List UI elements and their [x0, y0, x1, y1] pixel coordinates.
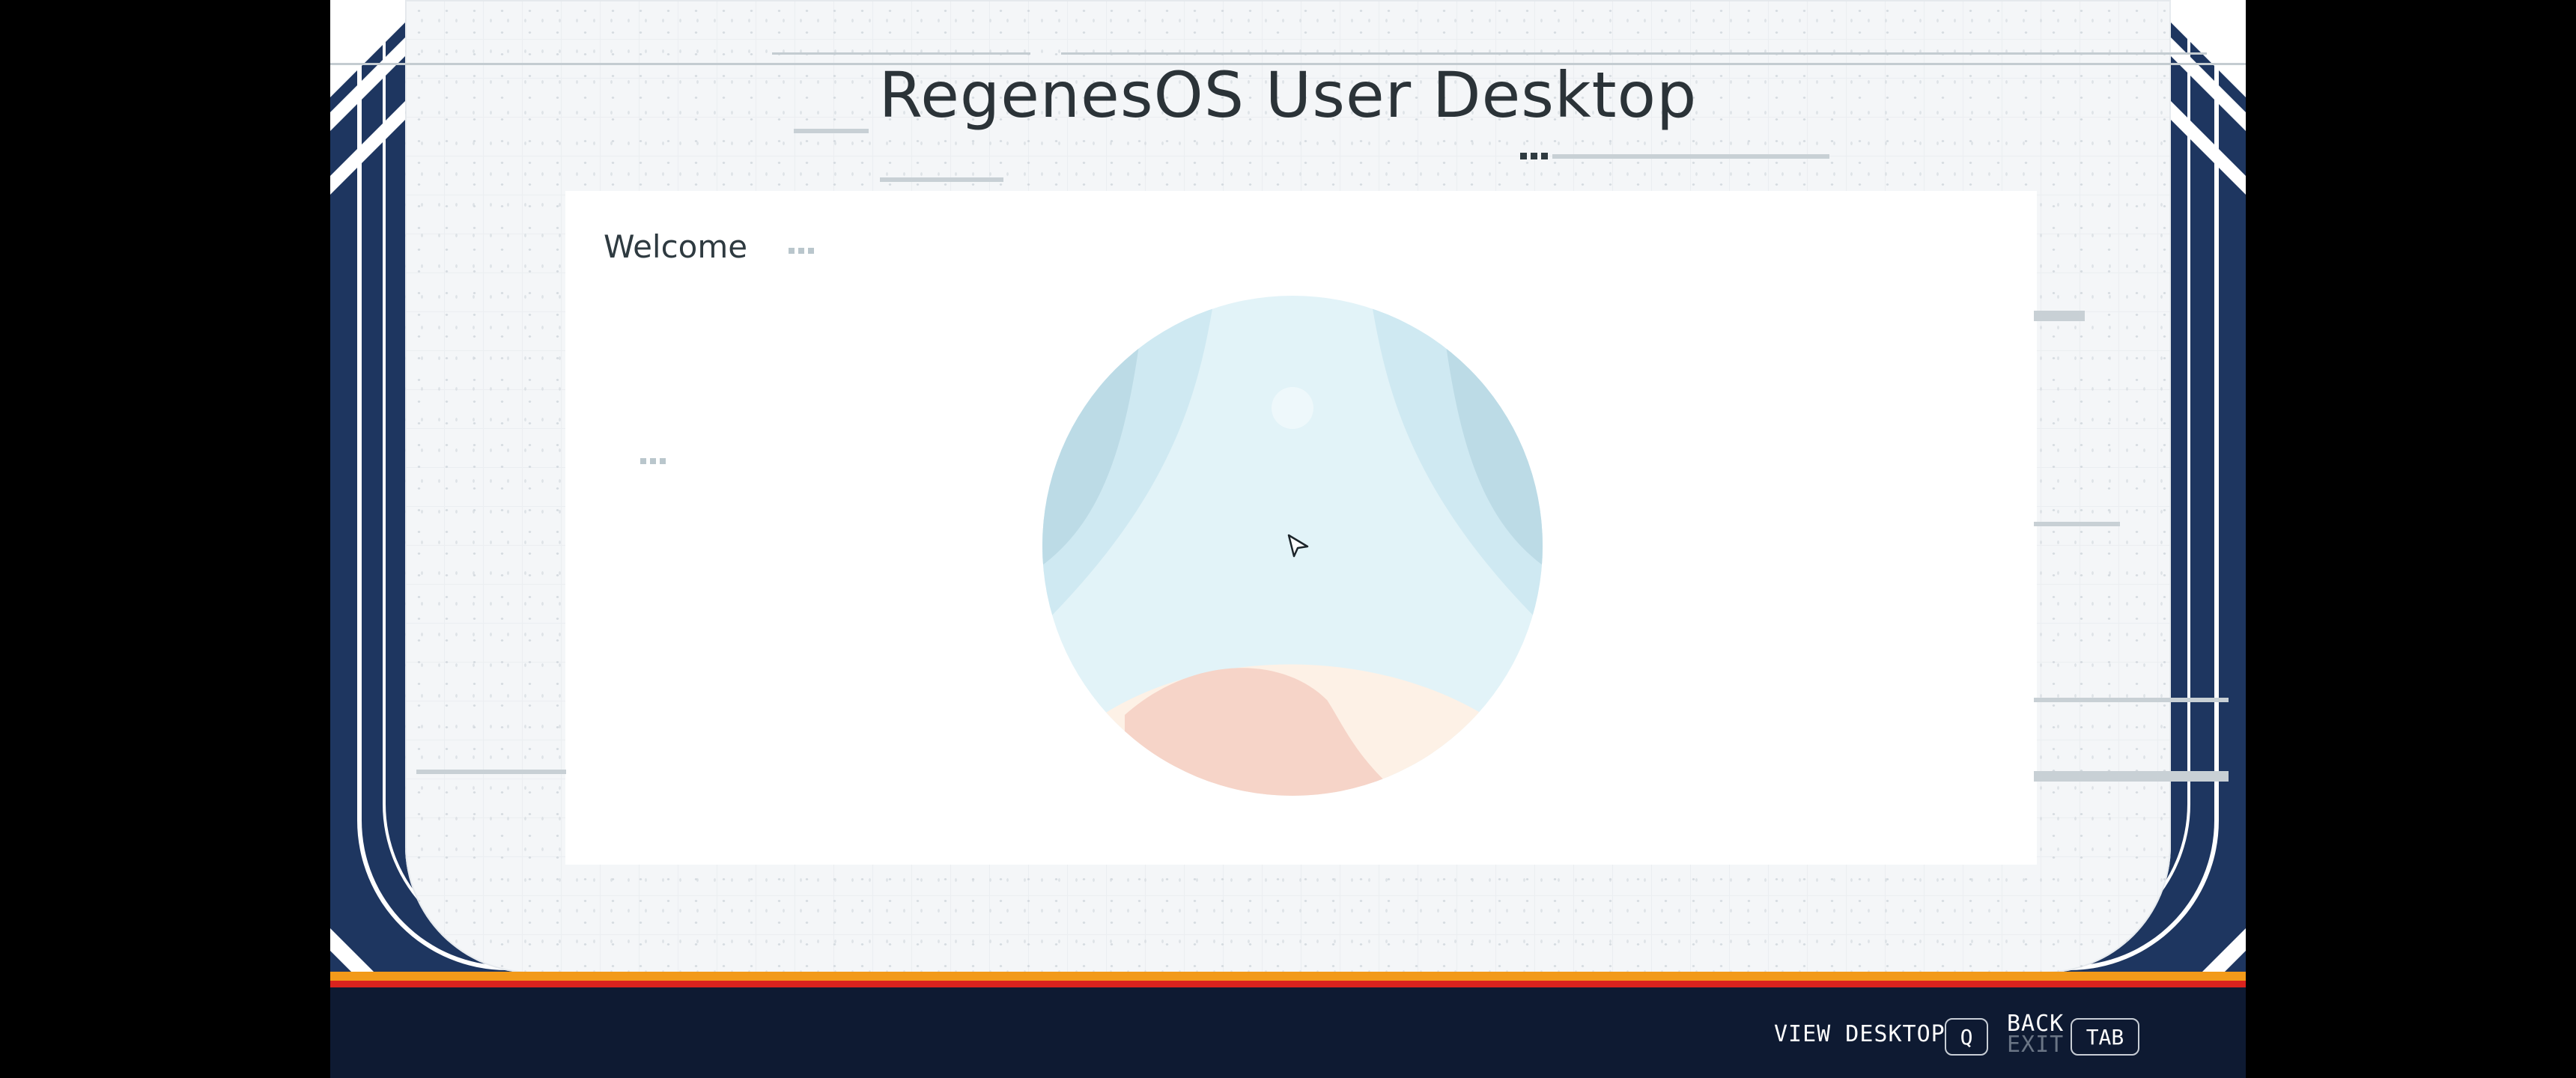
page-title: RegenesOS User Desktop: [878, 58, 1698, 132]
header-bar-small: [794, 129, 869, 133]
side-bar-right-4: [2034, 771, 2229, 782]
welcome-dots: [789, 248, 814, 254]
section-dots: [640, 458, 666, 464]
view-desktop-key[interactable]: Q: [1945, 1018, 1988, 1056]
side-bar-left-1: [416, 770, 566, 774]
back-key[interactable]: TAB: [2071, 1018, 2139, 1056]
view-desktop-label[interactable]: VIEW DESKTOP: [1774, 1021, 1945, 1047]
bottom-stripes: [330, 972, 2246, 981]
header-dots: [1520, 153, 1548, 159]
exit-label[interactable]: EXIT: [2007, 1032, 2064, 1058]
header-bar-left: [880, 177, 1003, 182]
welcome-label: Welcome: [604, 228, 748, 265]
header-rule-right: [1061, 52, 2207, 55]
header-bar: [1552, 154, 1829, 159]
side-bar-right-3: [2034, 698, 2229, 702]
header-rule-short: [772, 52, 1030, 55]
bottom-stripe-red: [330, 981, 2246, 987]
side-bar-right-2: [2034, 522, 2120, 526]
mouse-cursor-icon: [1287, 534, 1309, 558]
side-bar-right-1: [2034, 311, 2085, 321]
